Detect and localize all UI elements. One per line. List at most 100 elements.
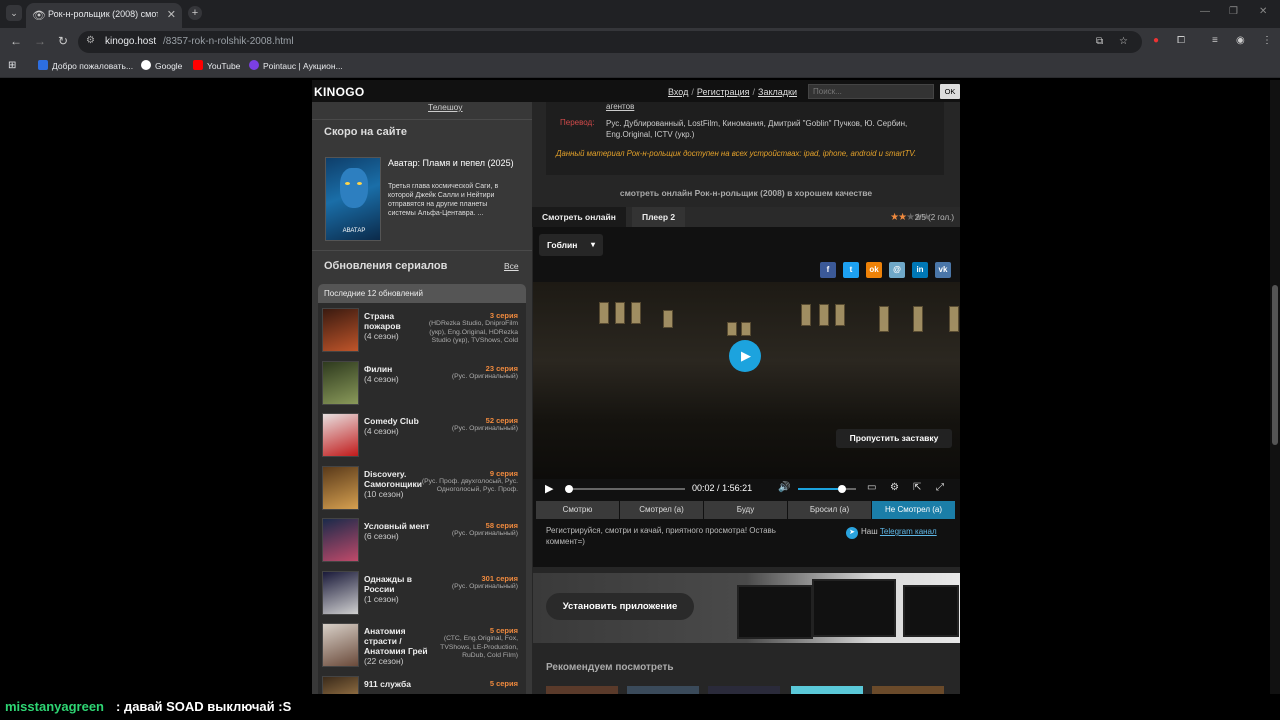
series-update-item[interactable]: 911 служба 5 серия	[318, 675, 526, 694]
media-control-icon[interactable]: ≡	[1212, 35, 1218, 46]
profile-icon[interactable]: ◉	[1236, 35, 1245, 46]
device-laptop-image	[737, 585, 813, 639]
series-heading: Обновления сериалов	[324, 260, 448, 272]
recommend-thumb[interactable]	[627, 686, 699, 694]
bookmark-4[interactable]: Pointauc | Аукцион...	[249, 60, 343, 71]
install-icon[interactable]: ⧉	[1096, 36, 1103, 47]
scrollbar-thumb[interactable]	[1272, 285, 1278, 445]
login-link[interactable]: Вход	[668, 87, 688, 97]
subtitles-icon[interactable]: ▭	[867, 482, 876, 493]
tab-search-button[interactable]: ⌄	[6, 5, 22, 21]
facebook-icon[interactable]: f	[820, 262, 836, 278]
star-icon[interactable]: ★	[906, 212, 915, 223]
series-title-text: Comedy Club	[364, 416, 419, 426]
bookmark-1[interactable]: Добро пожаловать...	[38, 60, 133, 71]
status-watching-button[interactable]: Смотрю	[536, 501, 619, 519]
settings-gear-icon[interactable]: ⚙	[890, 482, 899, 493]
series-poster[interactable]	[322, 518, 359, 562]
series-poster[interactable]	[322, 308, 359, 352]
series-title[interactable]: 911 служба	[364, 679, 430, 689]
series-poster[interactable]	[322, 623, 359, 667]
apps-grid-icon[interactable]: ⊞	[8, 60, 16, 71]
site-logo[interactable]: KINOGO	[314, 85, 364, 99]
series-poster[interactable]	[322, 570, 359, 615]
poster-face	[340, 168, 368, 208]
recommend-thumb[interactable]	[546, 686, 618, 694]
browser-tab[interactable]: 👁 Рок-н-рольщик (2008) смотре ✕	[26, 3, 182, 28]
all-series-link[interactable]: Все	[504, 261, 519, 271]
volume-slider[interactable]	[798, 485, 856, 493]
odnoklassniki-icon[interactable]: ok	[866, 262, 882, 278]
video-window	[913, 306, 923, 332]
star-icon[interactable]: ★	[890, 212, 899, 223]
voice-select[interactable]: Гоблин ▾	[539, 234, 603, 256]
search-input[interactable]: Поиск...	[808, 84, 934, 99]
mailru-icon[interactable]: @	[889, 262, 905, 278]
bookmark-2[interactable]: Google	[141, 60, 182, 71]
install-app-button[interactable]: Установить приложение	[546, 593, 694, 620]
linkedin-icon[interactable]: in	[912, 262, 928, 278]
new-tab-button[interactable]: +	[188, 6, 202, 20]
series-poster[interactable]	[322, 360, 359, 405]
popout-icon[interactable]: ⇱	[913, 482, 921, 493]
forward-icon[interactable]: →	[34, 34, 46, 48]
status-dropped-button[interactable]: Бросил (а)	[788, 501, 871, 519]
status-not-watched-button[interactable]: Не Смотрел (а)	[872, 501, 955, 519]
volume-icon[interactable]: 🔊	[778, 482, 790, 493]
site-favicon-icon: 👁	[32, 10, 46, 22]
poster-eye	[345, 182, 350, 185]
telegram-link[interactable]: Telegram канал	[880, 527, 937, 536]
chrome-menu-icon[interactable]: ⋮	[1262, 35, 1272, 46]
tab-close-icon[interactable]: ✕	[167, 8, 176, 21]
recommend-thumb[interactable]	[708, 686, 780, 694]
extension-icon[interactable]: ●	[1153, 35, 1159, 46]
fullscreen-icon[interactable]: ⤢	[936, 482, 944, 493]
maximize-icon[interactable]: ❐	[1229, 6, 1238, 17]
series-update-item[interactable]: Филин (4 сезон) 23 серия (Рус. Оригинальный…	[318, 360, 526, 413]
vk-icon[interactable]: vk	[935, 262, 951, 278]
site-info-icon[interactable]: ⚙	[86, 35, 95, 46]
volume-handle[interactable]	[837, 485, 846, 493]
star-icon[interactable]: ★	[898, 212, 907, 223]
tab-watch-online[interactable]: Смотреть онлайн	[532, 207, 626, 227]
video-frame[interactable]: ▶ Пропустить заставку	[533, 282, 960, 479]
address-bar[interactable]: ⚙ kinogo.host /8357-rok-n-rolshik-2008.h…	[78, 31, 1142, 53]
register-link[interactable]: Регистрация	[697, 87, 750, 97]
soon-poster[interactable]: АВАТАР	[325, 157, 381, 241]
series-update-item[interactable]: Анатомия страсти / Анатомия Грей (22 сезо…	[318, 623, 526, 675]
tab-player-2[interactable]: Плеер 2	[632, 207, 686, 227]
twitter-icon[interactable]: t	[843, 262, 859, 278]
close-window-icon[interactable]: ✕	[1259, 6, 1267, 17]
bookmark-star-icon[interactable]: ☆	[1119, 36, 1128, 47]
agents-link[interactable]: агентов	[606, 102, 634, 111]
status-will-watch-button[interactable]: Буду	[704, 501, 787, 519]
reload-icon[interactable]: ↻	[58, 34, 68, 48]
extensions-puzzle-icon[interactable]: ⧠	[1177, 35, 1185, 46]
series-poster[interactable]	[322, 465, 359, 510]
minimize-icon[interactable]: —	[1200, 6, 1210, 17]
series-update-item[interactable]: Страна пожаров (4 сезон) 3 серия (HDRezka S…	[318, 308, 526, 360]
big-play-button[interactable]: ▶	[729, 340, 761, 372]
skip-intro-button[interactable]: Пропустить заставку	[836, 429, 952, 448]
bookmarks-link[interactable]: Закладки	[758, 87, 797, 97]
play-icon[interactable]: ▶	[545, 482, 553, 495]
series-poster[interactable]	[322, 413, 359, 457]
soon-title[interactable]: Аватар: Пламя и пепел (2025)	[388, 158, 518, 169]
search-button[interactable]: OK	[940, 84, 960, 99]
recommend-thumb[interactable]	[791, 686, 863, 694]
bookmark-3[interactable]: YouTube	[193, 60, 240, 71]
series-update-item[interactable]: Условный мент (6 сезон) 58 серия (Рус. Ориг…	[318, 518, 526, 570]
recommend-thumb[interactable]	[872, 686, 944, 694]
progress-bar[interactable]	[565, 485, 685, 493]
series-update-item[interactable]: Discovery. Самогонщики (10 сезон) 9 серия(…	[318, 465, 526, 518]
status-watched-button[interactable]: Смотрел (а)	[620, 501, 703, 519]
series-translations: (HDRezka Studio, DniproFilm (укр), Eng.O…	[428, 320, 518, 344]
sidebar-link-tvshow[interactable]: Телешоу	[428, 102, 463, 112]
series-update-item[interactable]: Однажды в России (1 сезон) 301 серия (Рус. …	[318, 570, 526, 623]
series-poster[interactable]	[322, 675, 359, 694]
series-update-item[interactable]: Comedy Club (4 сезон) 52 серия (Рус. Оригин…	[318, 413, 526, 465]
time-separator: /	[717, 483, 720, 493]
back-icon[interactable]: ←	[10, 34, 22, 48]
progress-handle[interactable]	[565, 485, 574, 493]
telegram-icon: ➤	[846, 527, 858, 539]
